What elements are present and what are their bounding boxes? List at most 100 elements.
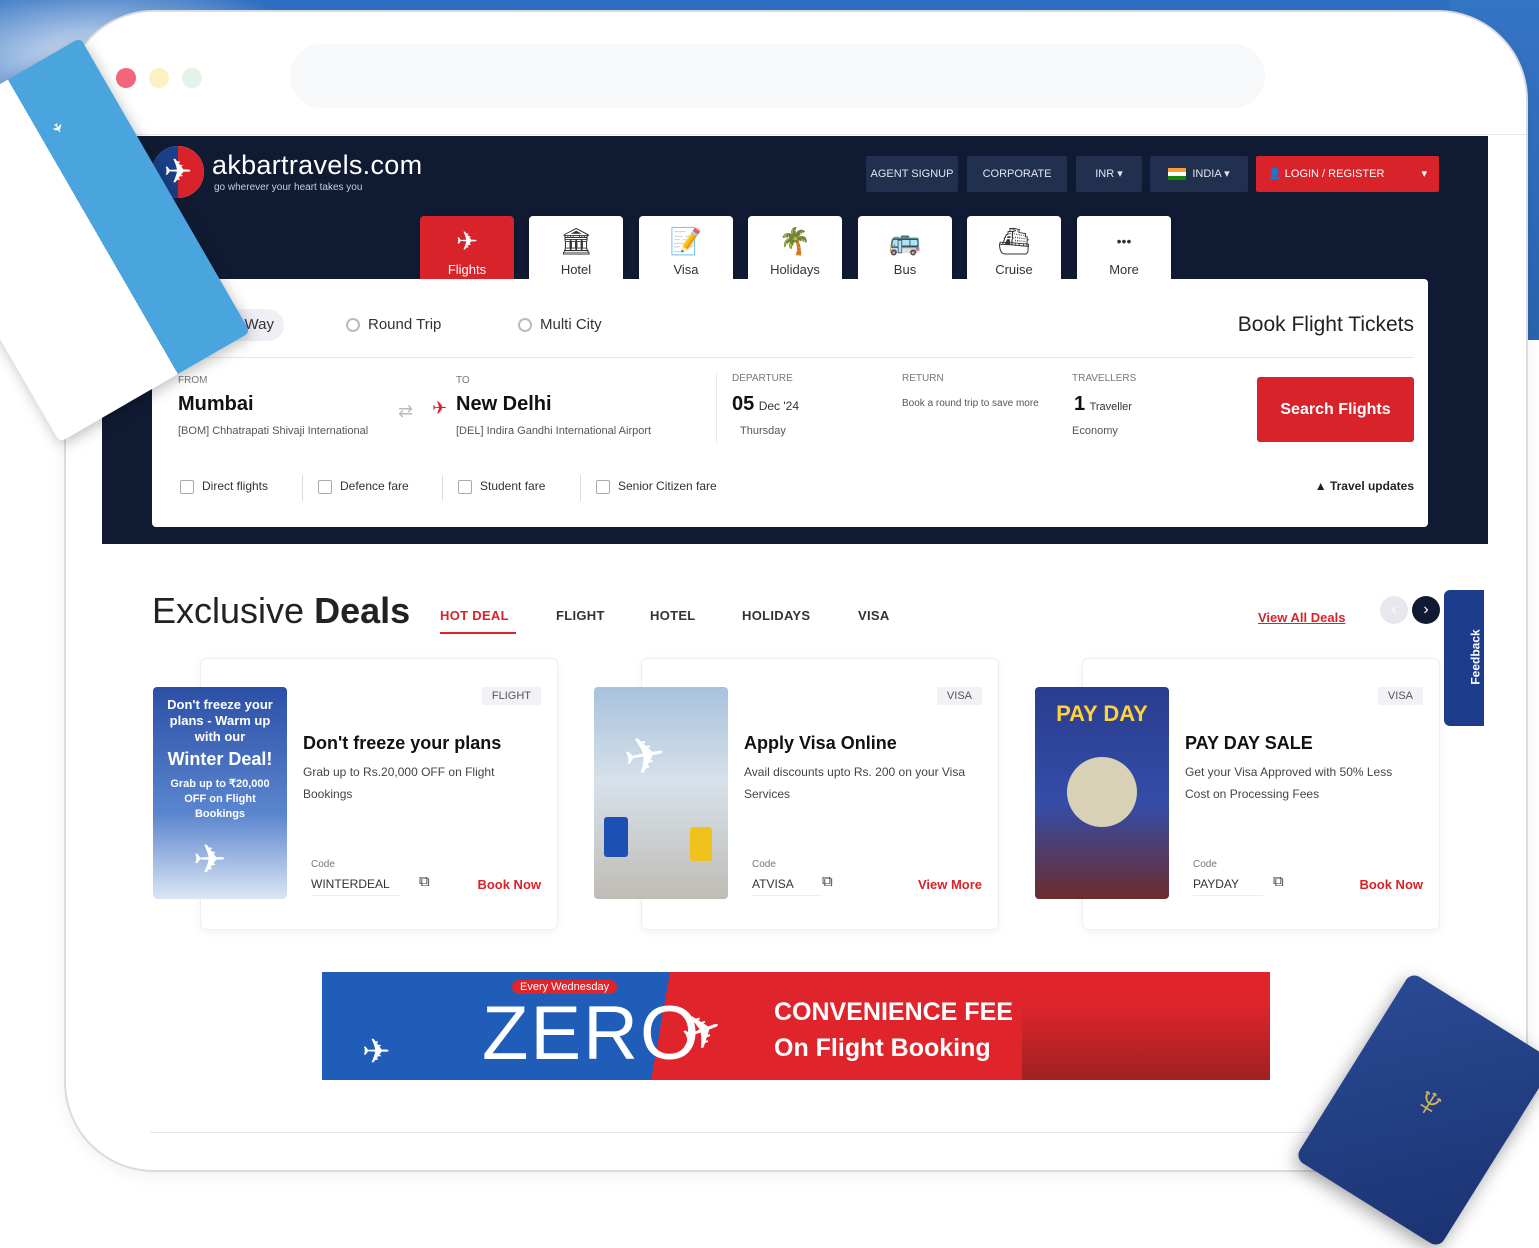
book-now-link[interactable]: Book Now [477, 877, 541, 892]
fare-option-defence[interactable]: Defence fare [318, 479, 409, 494]
tab-label: Visa [673, 262, 699, 277]
visa-icon: 📝 [669, 226, 703, 256]
checkbox-icon [458, 479, 472, 494]
fare-label: Student fare [480, 479, 546, 493]
copy-icon[interactable]: ⧉ [1273, 873, 1284, 890]
landmarks-image [1022, 1002, 1270, 1080]
radio-icon [346, 318, 360, 333]
zero-fee-banner[interactable]: ✈ Every Wednesday ZERO ✈ CONVENIENCE FEE… [322, 972, 1270, 1080]
promo-code: WINTERDEAL [311, 877, 401, 896]
country-label: INDIA [1192, 168, 1222, 180]
search-heading: Book Flight Tickets [1237, 313, 1414, 336]
checkbox-icon [180, 479, 194, 494]
departure-field[interactable]: 05 Dec '24 [732, 393, 799, 416]
deals-heading-light: Exclusive [152, 590, 305, 631]
flight-icon: ✈ [432, 398, 448, 418]
divider [716, 373, 717, 443]
banner-line-2: On Flight Booking [774, 1034, 991, 1062]
view-all-deals-link[interactable]: View All Deals [1258, 610, 1345, 625]
deal-card[interactable]: PAY DAY VISA PAY DAY SALE Get your Visa … [1035, 658, 1440, 930]
copy-icon[interactable]: ⧉ [822, 873, 833, 890]
search-flights-button[interactable]: Search Flights [1257, 377, 1414, 442]
window-minimize-dot[interactable] [149, 68, 169, 88]
agent-signup-button[interactable]: AGENT SIGNUP [866, 156, 958, 192]
chevron-down-icon: ▾ [1421, 168, 1427, 180]
fare-option-direct[interactable]: Direct flights [180, 479, 268, 494]
country-select[interactable]: INDIA ▾ [1150, 156, 1248, 192]
checkbox-icon [318, 479, 332, 494]
deal-title: PAY DAY SALE [1185, 733, 1313, 753]
airplane-icon: ✈ [193, 838, 227, 882]
feedback-label: Feedback [1468, 629, 1483, 685]
divider [442, 475, 443, 501]
window-maximize-dot[interactable] [182, 68, 202, 88]
tab-flight[interactable]: FLIGHT [556, 608, 605, 623]
currency-label: INR [1095, 168, 1115, 180]
deal-title: Don't freeze your plans [303, 733, 502, 753]
return-field[interactable]: Book a round trip to save more [902, 397, 1042, 411]
fare-label: Defence fare [340, 479, 409, 493]
feedback-tab[interactable]: Feedback [1444, 590, 1484, 726]
ticket-icon: ✈ [48, 120, 67, 137]
departure-day: 05 [732, 393, 755, 415]
flight-search-panel: One Way Round Trip Multi City Book Fligh… [152, 279, 1428, 527]
prev-arrow-icon[interactable]: ‹ [1380, 596, 1408, 624]
next-arrow-icon[interactable]: › [1412, 596, 1440, 624]
trident-emblem-icon: ♆ [1401, 1070, 1459, 1133]
window-close-dot[interactable] [116, 68, 136, 88]
tab-visa-deals[interactable]: VISA [858, 608, 890, 623]
tab-label: Bus [893, 262, 917, 277]
bus-icon: 🚌 [888, 226, 922, 256]
return-label: RETURN [902, 373, 944, 384]
deal-description: Grab up to Rs.20,000 OFF on Flight Booki… [303, 765, 495, 801]
address-bar[interactable] [290, 44, 1265, 108]
fare-option-student[interactable]: Student fare [458, 479, 545, 494]
fare-option-senior[interactable]: Senior Citizen fare [596, 479, 717, 494]
currency-select[interactable]: INR ▾ [1076, 156, 1142, 192]
from-airport: [BOM] Chhatrapati Shivaji International [178, 425, 369, 437]
deals-heading: Exclusive Deals [152, 590, 410, 632]
swap-icon[interactable]: ⇄ [398, 401, 413, 422]
radio-icon [518, 318, 532, 333]
deal-card[interactable]: Don't freeze your plans - Warm up with o… [153, 658, 558, 930]
tab-label: Hotel [560, 262, 592, 277]
travel-updates-link[interactable]: ▲ Travel updates [1315, 479, 1414, 493]
deal-card[interactable]: ✈ VISA Apply Visa Online Avail discounts… [594, 658, 999, 930]
tab-label: Holidays [770, 262, 820, 277]
login-register-button[interactable]: 👤 LOGIN / REGISTER ▾ [1256, 156, 1439, 192]
browser-chrome [66, 12, 1526, 135]
deal-image-subtext: Grab up to ₹20,000 OFF on Flight Booking… [170, 778, 270, 820]
travellers-count: 1 [1074, 393, 1086, 415]
tab-hot-deal[interactable]: HOT DEAL [440, 608, 509, 623]
luggage-icon [690, 827, 712, 861]
promo-code: ATVISA [752, 877, 822, 896]
active-tab-underline [440, 632, 516, 634]
deal-image: PAY DAY [1035, 687, 1169, 899]
tab-hotel-deals[interactable]: HOTEL [650, 608, 696, 623]
to-field[interactable]: New Delhi [456, 393, 552, 416]
travel-updates-label: Travel updates [1329, 479, 1414, 493]
travellers-field[interactable]: 1 Traveller [1074, 393, 1132, 416]
trip-round-trip[interactable]: Round Trip [336, 309, 451, 341]
divider [302, 475, 303, 501]
copy-icon[interactable]: ⧉ [419, 873, 430, 890]
airplane-icon: ✈ [362, 1033, 391, 1071]
deal-description: Get your Visa Approved with 50% Less Cos… [1185, 765, 1393, 801]
login-label: LOGIN / REGISTER [1284, 168, 1385, 180]
deal-title: Apply Visa Online [744, 733, 897, 753]
view-more-link[interactable]: View More [918, 877, 982, 892]
trip-label: Round Trip [368, 316, 442, 333]
logo-text[interactable]: akbartravels.com [212, 150, 422, 181]
from-field[interactable]: Mumbai [178, 393, 254, 416]
deal-badge: FLIGHT [481, 687, 541, 705]
book-now-link[interactable]: Book Now [1359, 877, 1423, 892]
trip-multi-city[interactable]: Multi City [508, 309, 612, 341]
departure-label: DEPARTURE [732, 373, 793, 384]
travellers-unit: Traveller [1089, 401, 1132, 413]
tab-holidays-deals[interactable]: HOLIDAYS [742, 608, 810, 623]
checkbox-icon [596, 479, 610, 494]
warning-icon: ▲ [1314, 479, 1327, 493]
travellers-class: Economy [1072, 425, 1118, 437]
holidays-icon: 🌴 [778, 226, 812, 256]
corporate-button[interactable]: CORPORATE [967, 156, 1067, 192]
